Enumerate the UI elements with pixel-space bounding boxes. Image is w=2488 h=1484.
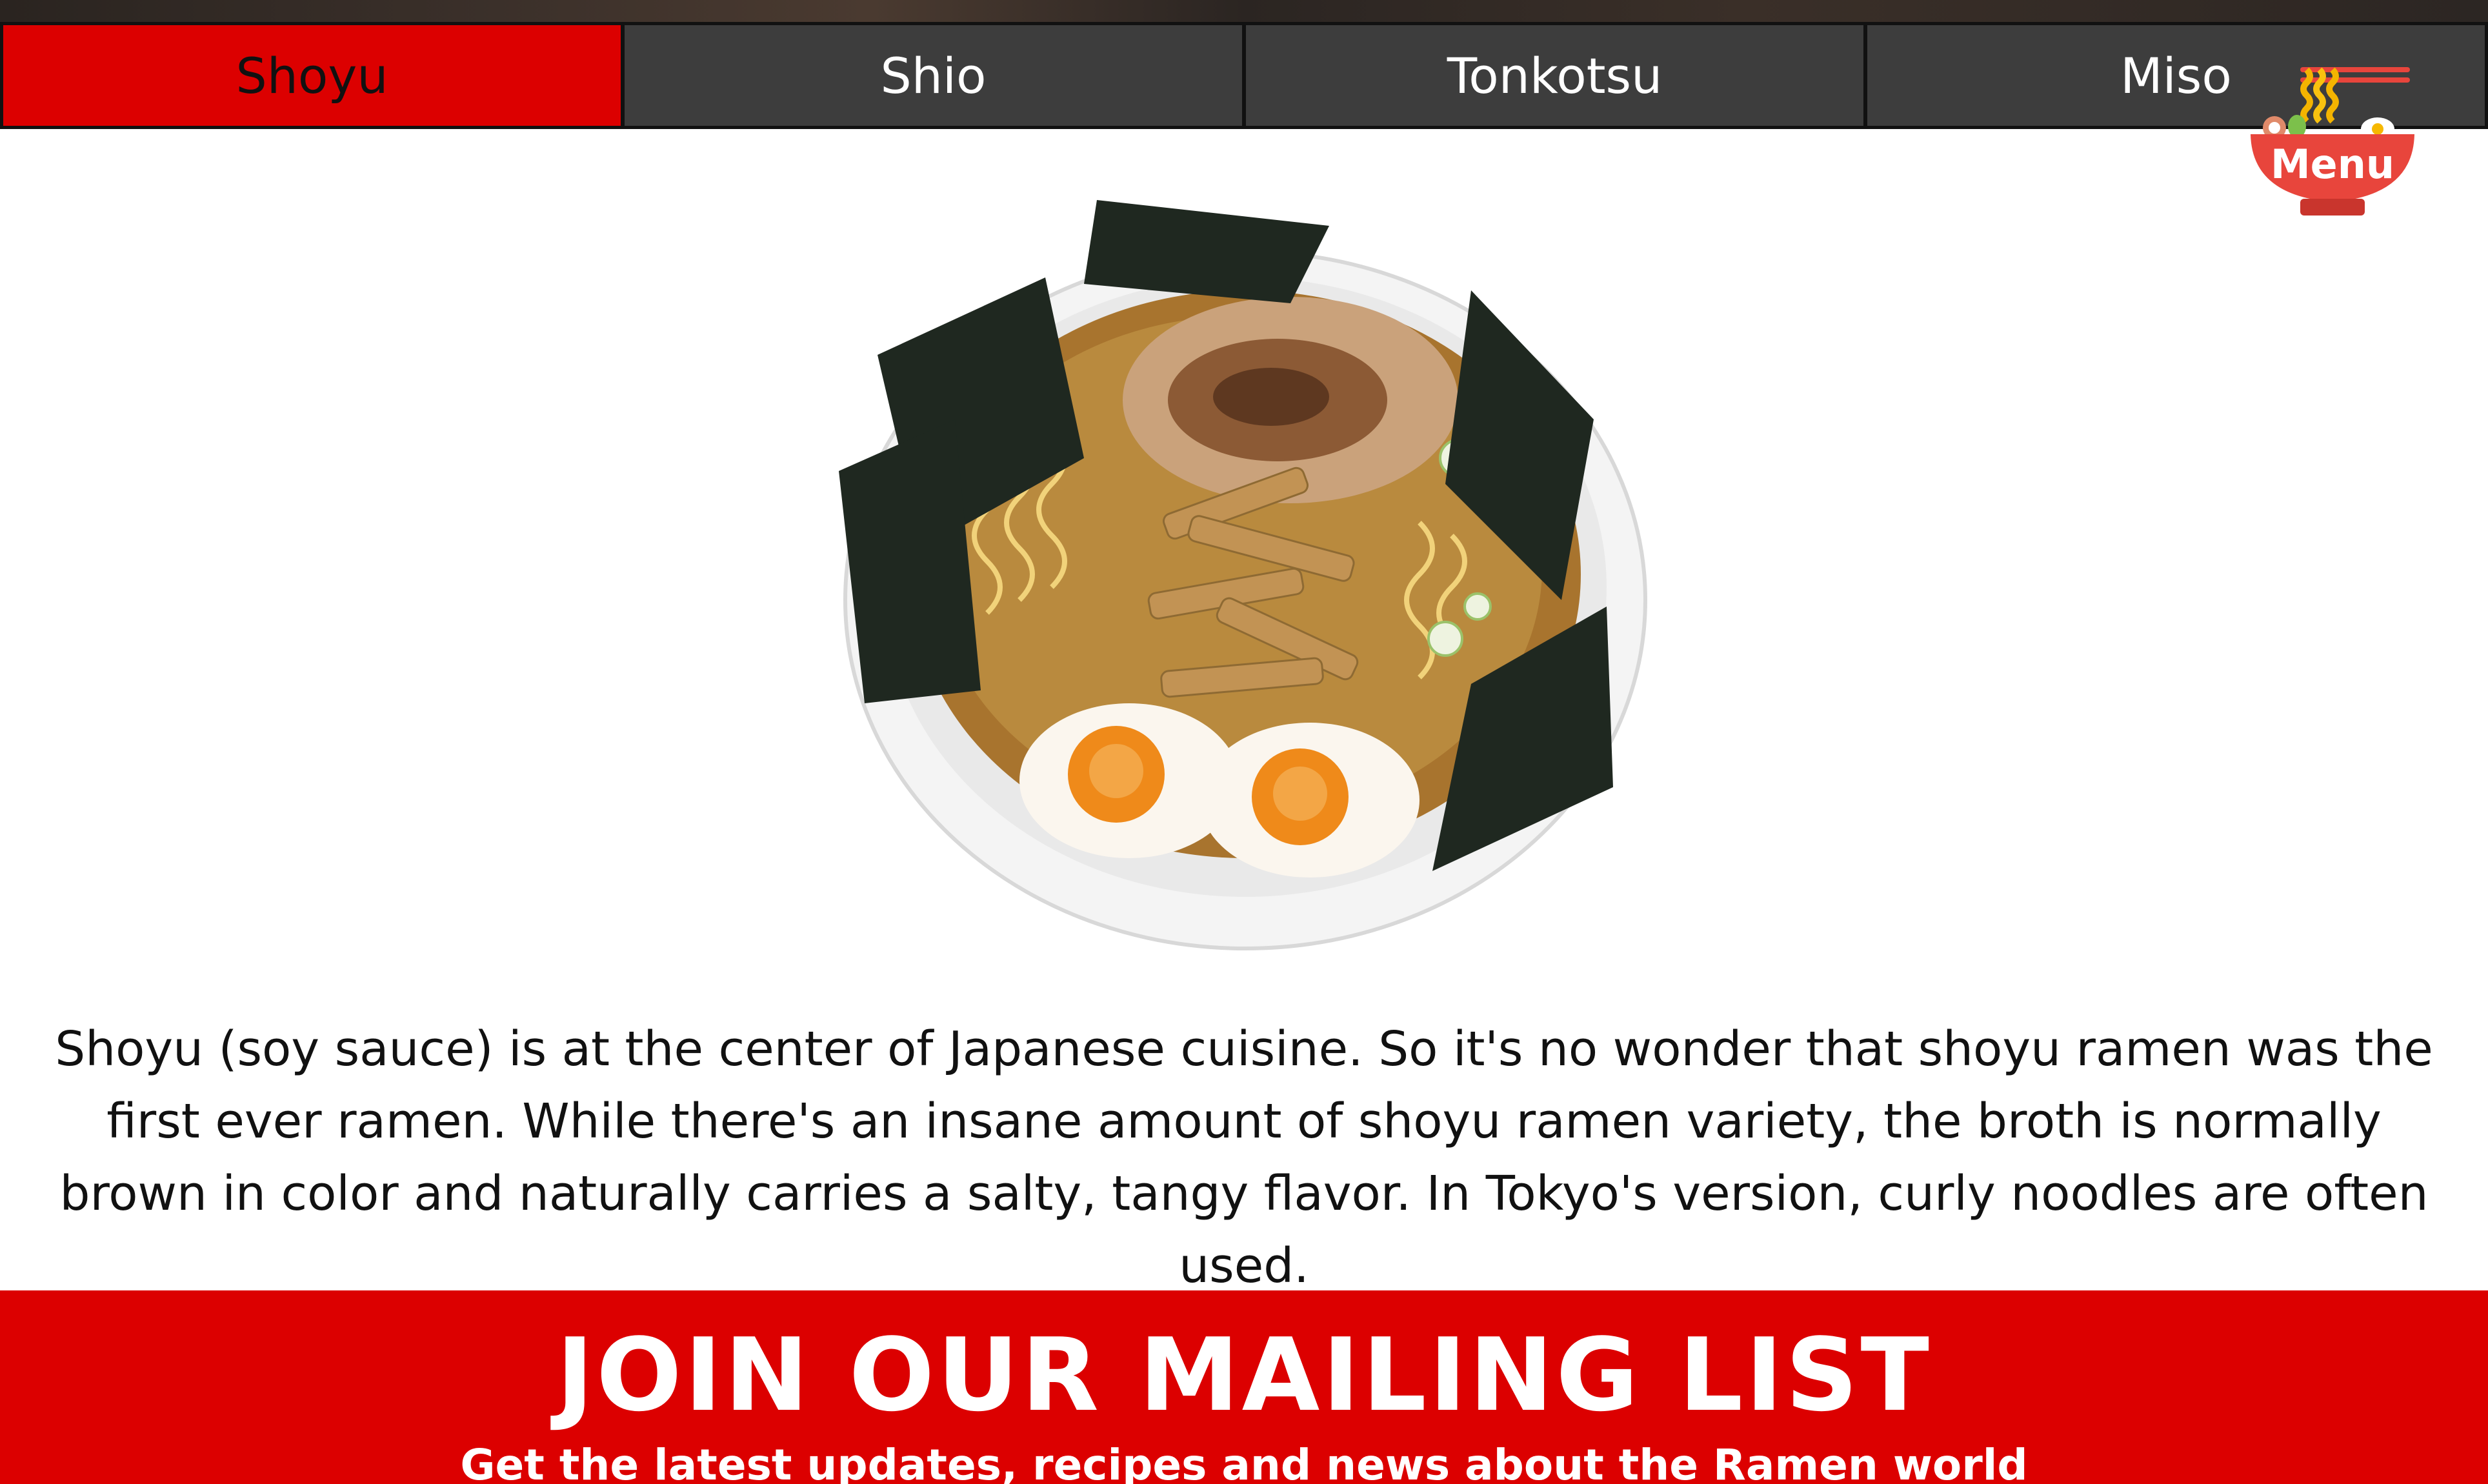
hero-image-strip <box>0 0 2488 23</box>
tab-shio[interactable]: Shio <box>623 22 1244 129</box>
shoyu-ramen-image <box>826 187 1665 961</box>
ramen-type-tabs: Shoyu Shio Tonkotsu Miso <box>0 22 2488 129</box>
tab-shoyu[interactable]: Shoyu <box>0 22 623 129</box>
tab-tonkotsu[interactable]: Tonkotsu <box>1244 22 1865 129</box>
menu-button[interactable]: Menu <box>2245 63 2420 221</box>
mailing-list-subtitle: Get the latest updates, recipes and news… <box>460 1440 2028 1484</box>
mailing-list-section: JOIN OUR MAILING LIST Get the latest upd… <box>0 1290 2488 1484</box>
menu-label: Menu <box>2270 141 2395 188</box>
mailing-list-title: JOIN OUR MAILING LIST <box>556 1316 1932 1434</box>
page: Shoyu Shio Tonkotsu Miso Menu Shoyu (soy… <box>0 0 2488 1484</box>
ramen-description: Shoyu (soy sauce) is at the center of Ja… <box>55 1021 2433 1294</box>
